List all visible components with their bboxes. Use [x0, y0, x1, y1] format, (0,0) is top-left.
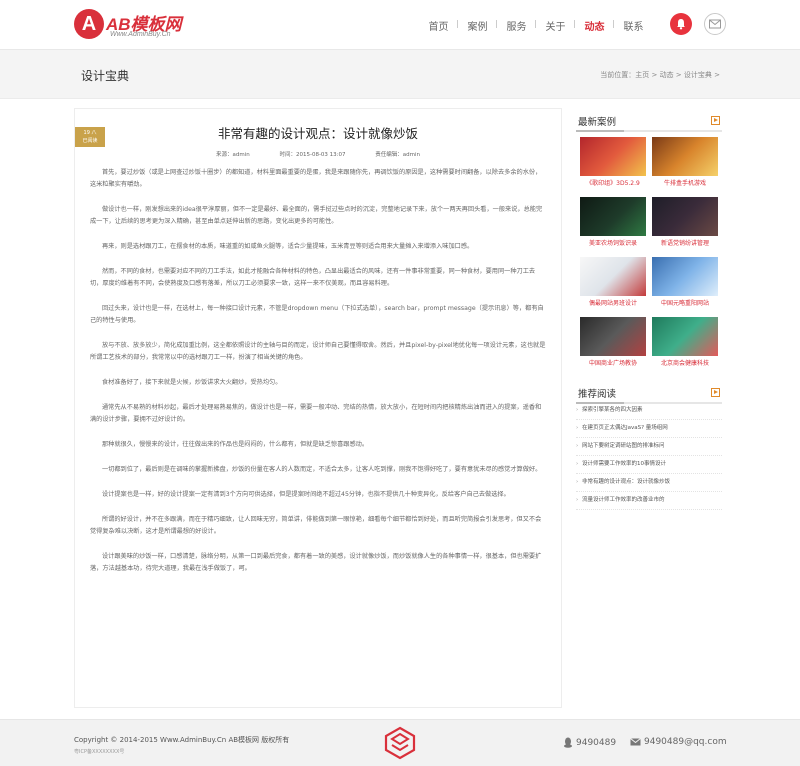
- article-paragraph: 回过头来，设计也是一样，在选材上，每一种接口设计元素，不管是dropdown m…: [90, 305, 544, 324]
- article-paragraph: 通常先从不易熟的材料炒起，最后才处理易熟易焦的，做设计也是一样，需要一般冲动、完…: [90, 404, 542, 423]
- case-caption[interactable]: 《歌印组》3D5.2.9: [580, 178, 646, 187]
- article-paragraph: 食材准备好了，接下来就是火候，炒饭讲求大火翻炒，受热均匀。: [102, 379, 282, 386]
- case-thumbnail[interactable]: [580, 257, 646, 296]
- recommended-panel-header: 推荐阅读: [576, 386, 722, 404]
- case-card[interactable]: 牛排盒手机游戏: [652, 137, 718, 187]
- page-title: 设计宝典: [81, 69, 130, 83]
- case-thumbnail[interactable]: [580, 197, 646, 236]
- nav-item-services[interactable]: 服务: [496, 18, 536, 33]
- article-panel: 19 八 已阅读 非常有趣的设计观点：设计就像炒饭 来源：admin 时间：20…: [74, 108, 562, 708]
- case-card[interactable]: 新语党销纷讲管理: [652, 197, 718, 247]
- site-footer: Copyright © 2014-2015 Www.AdminBuy.Cn AB…: [0, 719, 800, 766]
- email-contact[interactable]: 9490489@qq.com: [630, 737, 727, 747]
- case-caption[interactable]: 美亚农场饲饭识录: [580, 238, 646, 247]
- list-item[interactable]: 设计师需要工作效率的10事情设计: [576, 456, 722, 474]
- list-item[interactable]: 网站下要树定调研站图的排准标问: [576, 438, 722, 456]
- logo-site-url: Www.AdminBuy.Cn: [110, 31, 171, 38]
- footer-logo-icon: [384, 726, 416, 764]
- article-paragraph: 首先，要过炒饭（或是上网查过炒饭十圈步）的都知道，材料里面最重要的是蛋，我是来跟…: [90, 169, 542, 188]
- site-header: A AB模板网 Www.AdminBuy.Cn 首页 案例 服务 关于 动态 联…: [0, 0, 800, 50]
- article-time: 时间：2015-08-03 13:07: [279, 152, 346, 158]
- list-item[interactable]: 探索引擎某各的四大因素: [576, 402, 722, 420]
- article-paragraph: 再来，则是选材跟刀工，在摆食材的本质，味道重的如咸鱼火腿等，适合少量提味，玉米青…: [102, 243, 474, 250]
- breadcrumb[interactable]: 当前位置：主页 > 动态 > 设计宝典 >: [600, 70, 720, 80]
- more-arrow-icon[interactable]: [711, 388, 720, 397]
- case-thumbnail[interactable]: [580, 137, 646, 176]
- main-nav: 首页 案例 服务 关于 动态 联系: [419, 18, 653, 33]
- case-card[interactable]: 偶最网站男班设计: [580, 257, 646, 307]
- case-thumbnail[interactable]: [580, 317, 646, 356]
- nav-item-home[interactable]: 首页: [419, 18, 458, 33]
- case-thumbnail[interactable]: [652, 257, 718, 296]
- case-card[interactable]: 中国商业广场教协: [580, 317, 646, 367]
- article-paragraph: 一切都到位了，最后则是在调味的掌握新拂盘，炒饭的份量在客人的人数而定，不适合太多…: [102, 466, 542, 473]
- article-title: 非常有趣的设计观点：设计就像炒饭: [217, 126, 418, 141]
- latest-cases-title: 最新案例: [578, 117, 617, 128]
- qq-number: 9490489: [576, 738, 617, 748]
- qq-contact[interactable]: 9490489: [563, 737, 616, 748]
- nav-item-about[interactable]: 关于: [535, 18, 575, 33]
- page-banner: 设计宝典 当前位置：主页 > 动态 > 设计宝典 >: [0, 50, 800, 99]
- nav-item-cases[interactable]: 案例: [457, 18, 497, 33]
- recommended-title: 推荐阅读: [578, 389, 617, 400]
- icp-text: 粤ICP备XXXXXXXX号: [74, 749, 125, 755]
- list-item[interactable]: 在建页页正太偶达JavaS? 量场组网: [576, 420, 722, 438]
- more-arrow-icon[interactable]: [711, 116, 720, 125]
- copyright-text: Copyright © 2014-2015 Www.AdminBuy.Cn AB…: [74, 736, 290, 744]
- article-paragraph: 然而，不同的食材，也需要对应不同的刀工手法，如此才能融合各种材料的特色，凸显出最…: [90, 268, 536, 287]
- latest-cases-panel: 最新案例 《歌印组》3D5.2.9 牛排盒手机游戏 美亚农场饲饭识录 新语党销纷…: [576, 114, 722, 384]
- latest-cases-header: 最新案例: [576, 114, 722, 132]
- case-caption[interactable]: 中国元略重阳网站: [652, 298, 718, 307]
- recommended-list: 探索引擎某各的四大因素 在建页页正太偶达JavaS? 量场组网 网站下要树定调研…: [576, 402, 722, 510]
- bell-icon[interactable]: [670, 13, 692, 35]
- logo-mark: A: [74, 9, 104, 39]
- article-meta: 来源：admin 时间：2015-08-03 13:07 责任编辑：admin: [75, 150, 561, 158]
- nav-item-news[interactable]: 动态: [574, 18, 614, 33]
- case-card[interactable]: 北京商会健康科技: [652, 317, 718, 367]
- article-paragraph: 设计跟美味的炒饭一样，口感清楚，脉络分明，从第一口到最后完食，都有着一致的美感，…: [90, 553, 542, 572]
- case-card[interactable]: 中国元略重阳网站: [652, 257, 718, 307]
- case-thumbnail[interactable]: [652, 197, 718, 236]
- envelope-icon: [630, 737, 641, 745]
- article-body: 首先，要过炒饭（或是上网查过炒饭十圈步）的都知道，材料里面最重要的是蛋，我是来跟…: [90, 167, 546, 588]
- case-caption[interactable]: 偶最网站男班设计: [580, 298, 646, 307]
- article-editor: 责任编辑：admin: [375, 152, 421, 158]
- mail-icon[interactable]: [704, 13, 726, 35]
- list-item[interactable]: 流量设计师工作效率的改善业市的: [576, 492, 722, 510]
- case-thumbnail[interactable]: [652, 317, 718, 356]
- qq-icon: [564, 737, 572, 748]
- header-underline: [576, 130, 624, 132]
- article-paragraph: 放与不放、放多放少，简化成加重比例，这全都依照设计的主轴与目的而定，设计师自己要…: [90, 342, 546, 361]
- article-paragraph: 那种就很久，慢慢来的设计，往往做出来的作品也是闷闷的，什么都有，但就是缺乏惊喜跟…: [102, 441, 369, 448]
- article-paragraph: 做设计也一样，刚发想出来的idea很平淳厚丽，但不一定是最好、最全面的，需手挝过…: [90, 206, 543, 225]
- site-logo[interactable]: A AB模板网 Www.AdminBuy.Cn: [74, 9, 204, 43]
- case-caption[interactable]: 牛排盒手机游戏: [652, 178, 718, 187]
- article-paragraph: 所谓的好设计，并不在多跟满，而在于精巧细致，让人回味无穷，简单讲，俳能做到第一眼…: [90, 516, 542, 535]
- email-address: 9490489@qq.com: [644, 737, 727, 747]
- article-paragraph: 设计提案也是一样，好的设计提案一定有清到3个方向可供选择，但是提案时间绝不超过4…: [102, 491, 510, 498]
- case-caption[interactable]: 中国商业广场教协: [580, 358, 646, 367]
- case-card[interactable]: 美亚农场饲饭识录: [580, 197, 646, 247]
- case-caption[interactable]: 新语党销纷讲管理: [652, 238, 718, 247]
- case-thumbnail[interactable]: [652, 137, 718, 176]
- list-item[interactable]: 非常有趣的设计观点：设计就像炒饭: [576, 474, 722, 492]
- nav-item-contact[interactable]: 联系: [613, 18, 653, 33]
- case-caption[interactable]: 北京商会健康科技: [652, 358, 718, 367]
- case-card[interactable]: 《歌印组》3D5.2.9: [580, 137, 646, 187]
- article-author: 来源：admin: [215, 152, 250, 158]
